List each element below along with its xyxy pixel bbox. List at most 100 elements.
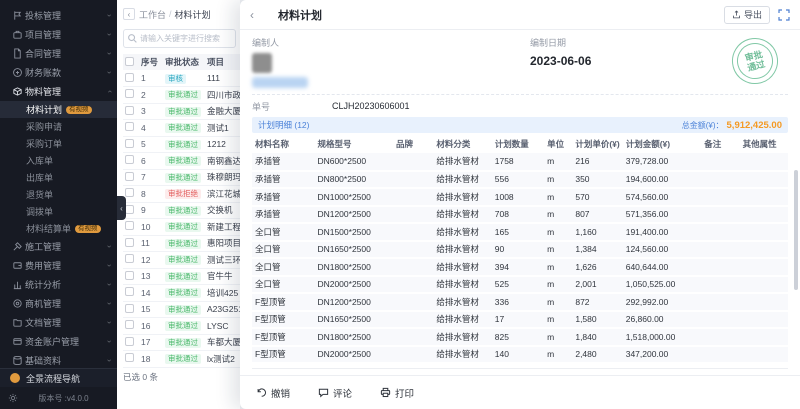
sidebar-item-project[interactable]: 项目管理› xyxy=(0,25,117,44)
sidebar-item-docs[interactable]: 文档管理› xyxy=(0,313,117,332)
detail-row[interactable]: 承插管DN1000*2500给排水管材1008m570574,560.00 xyxy=(252,188,788,206)
sidebar-subitem-transfer[interactable]: 调拨单 xyxy=(0,203,117,220)
status-badge: 审批通过 xyxy=(165,222,201,232)
sidebar-item-label: 资金账户管理 xyxy=(25,335,108,348)
cell-price: 2,001 xyxy=(572,276,622,294)
select-all-checkbox[interactable] xyxy=(125,57,134,66)
sidebar-footer: 全景流程导航 版本号 :v4.0.0 xyxy=(0,368,117,409)
row-checkbox[interactable] xyxy=(125,155,134,164)
print-button[interactable]: 打印 xyxy=(380,386,414,400)
row-checkbox[interactable] xyxy=(125,122,134,131)
sidebar-item-label: 商机管理 xyxy=(25,297,108,310)
cell-category: 给排水管材 xyxy=(433,346,491,364)
breadcrumb-root[interactable]: 工作台 xyxy=(139,8,166,21)
cell-brand xyxy=(393,206,433,224)
gear-icon[interactable] xyxy=(8,393,18,403)
cell-serial: 17 xyxy=(139,334,163,351)
detail-row[interactable]: 全口管DN1800*2500给排水管材394m1,626640,644.00 xyxy=(252,258,788,276)
sidebar-item-construction[interactable]: 施工管理› xyxy=(0,237,117,256)
cell-spec: DN1200*2500 xyxy=(314,293,393,311)
row-checkbox[interactable] xyxy=(125,172,134,181)
sidebar-collapse-handle[interactable]: ‹ xyxy=(117,196,126,220)
sidebar-subitem-settlement[interactable]: 材料结算单有视频 xyxy=(0,220,117,237)
creator-label: 编制人 xyxy=(252,36,512,49)
row-checkbox[interactable] xyxy=(125,73,134,82)
sidebar-item-funds[interactable]: 资金账户管理› xyxy=(0,332,117,351)
detail-row[interactable]: 承插管DN600*2500给排水管材1758m216379,728.00 xyxy=(252,153,788,171)
row-checkbox[interactable] xyxy=(125,106,134,115)
sidebar-item-business[interactable]: 商机管理› xyxy=(0,294,117,313)
contract-icon xyxy=(12,48,25,59)
cell-unit: m xyxy=(544,311,572,329)
row-checkbox[interactable] xyxy=(125,238,134,247)
cell-price: 1,384 xyxy=(572,241,622,259)
sidebar-item-label: 文档管理 xyxy=(25,316,108,329)
drawer-back-icon[interactable]: ‹ xyxy=(250,8,254,22)
cell-brand xyxy=(393,188,433,206)
list-panel: ‹ 工作台 / 材料计划 序号 审批状态 项目 1审核1112审批通过四川市政项… xyxy=(117,0,240,409)
chevron-icon: › xyxy=(105,264,114,267)
search-icon xyxy=(127,33,138,44)
row-checkbox[interactable] xyxy=(125,353,134,362)
sidebar-subitem-purchase-request[interactable]: 采购申请 xyxy=(0,118,117,135)
sidebar-item-finance[interactable]: 财务账款› xyxy=(0,63,117,82)
cell-name: 承插管 xyxy=(252,153,314,171)
cell-brand xyxy=(393,293,433,311)
cell-qty: 17 xyxy=(492,311,544,329)
row-checkbox[interactable] xyxy=(125,304,134,313)
detail-row[interactable]: 全口管DN1650*2500给排水管材90m1,384124,560.00 xyxy=(252,241,788,259)
detail-row[interactable]: F型顶管DN1800*2500给排水管材825m1,8401,518,000.0… xyxy=(252,328,788,346)
detail-row[interactable]: F型顶管DN2000*2500给排水管材140m2,480347,200.00 xyxy=(252,346,788,364)
row-checkbox[interactable] xyxy=(125,205,134,214)
cell-unit: m xyxy=(544,223,572,241)
search-input[interactable] xyxy=(123,29,236,48)
cell-amount: 347,200.00 xyxy=(623,346,702,364)
detail-row[interactable]: 全口管DN2000*2500给排水管材525m2,0011,050,525.00 xyxy=(252,276,788,294)
cell-amount: 194,600.00 xyxy=(623,171,702,189)
sidebar-subitem-inbound[interactable]: 入库单 xyxy=(0,152,117,169)
sidebar-item-stats[interactable]: 统计分析› xyxy=(0,275,117,294)
cell-category: 给排水管材 xyxy=(433,171,491,189)
row-checkbox[interactable] xyxy=(125,287,134,296)
sidebar-item-contract[interactable]: 合同管理› xyxy=(0,44,117,63)
sidebar-item-label: 施工管理 xyxy=(25,240,108,253)
export-button[interactable]: 导出 xyxy=(724,6,770,24)
row-checkbox[interactable] xyxy=(125,89,134,98)
comment-button[interactable]: 评论 xyxy=(318,386,352,400)
detail-row[interactable]: F型顶管DN1650*2500给排水管材17m1,58026,860.00 xyxy=(252,311,788,329)
row-checkbox[interactable] xyxy=(125,320,134,329)
detail-row[interactable]: F型顶管DN1200*2500给排水管材336m872292,992.00 xyxy=(252,293,788,311)
sidebar-item-materials[interactable]: 物料管理› xyxy=(0,82,117,101)
detail-row[interactable]: 承插管DN1200*2500给排水管材708m807571,356.00 xyxy=(252,206,788,224)
cell-price: 1,840 xyxy=(572,328,622,346)
status-badge: 审批通过 xyxy=(165,288,201,298)
materials-icon xyxy=(12,86,25,97)
breadcrumb-back-icon[interactable]: ‹ xyxy=(123,8,135,20)
sidebar-item-bid[interactable]: 投标管理› xyxy=(0,6,117,25)
detail-row[interactable]: 承插管DN800*2500给排水管材556m350194,600.00 xyxy=(252,171,788,189)
row-checkbox[interactable] xyxy=(125,254,134,263)
cell-qty: 1758 xyxy=(492,153,544,171)
status-badge: 审批通过 xyxy=(165,255,201,265)
business-icon xyxy=(12,298,25,309)
cell-serial: 6 xyxy=(139,153,163,170)
sidebar-subitem-purchase-order[interactable]: 采购订单 xyxy=(0,135,117,152)
expense-icon xyxy=(12,260,25,271)
row-checkbox[interactable] xyxy=(125,188,134,197)
flow-nav-button[interactable]: 全景流程导航 xyxy=(0,368,117,387)
sidebar-subitem-outbound[interactable]: 出库单 xyxy=(0,169,117,186)
sidebar-item-expense[interactable]: 费用管理› xyxy=(0,256,117,275)
row-checkbox[interactable] xyxy=(125,139,134,148)
sidebar-subitem-return[interactable]: 退货单 xyxy=(0,186,117,203)
table-scrollbar[interactable] xyxy=(794,170,798,290)
fullscreen-icon[interactable] xyxy=(778,9,790,21)
undo-button[interactable]: 撤销 xyxy=(256,386,290,400)
sidebar-subitem-label: 退货单 xyxy=(26,188,53,201)
row-checkbox[interactable] xyxy=(125,271,134,280)
row-checkbox[interactable] xyxy=(125,337,134,346)
sidebar-subitem-plan[interactable]: 材料计划有视频 xyxy=(0,101,117,118)
row-checkbox[interactable] xyxy=(125,221,134,230)
detail-row[interactable]: 全口管DN1500*2500给排水管材165m1,160191,400.00 xyxy=(252,223,788,241)
detail-banner-label: 计划明细 (12) xyxy=(258,119,682,131)
sidebar-subitem-label: 材料结算单 xyxy=(26,222,71,235)
